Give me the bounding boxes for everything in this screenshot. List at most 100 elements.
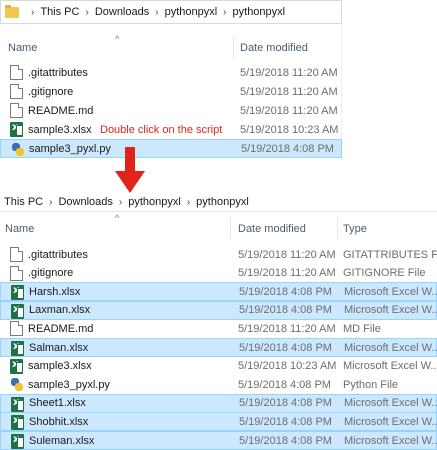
column-header-row: ^ Name Date modified Type xyxy=(0,213,437,239)
excel-icon xyxy=(10,122,23,137)
file-name: Shobhit.xlsx xyxy=(29,415,89,428)
excel-icon xyxy=(11,303,24,319)
file-date-modified: 5/19/2018 11:20 AM xyxy=(240,85,338,98)
file-row[interactable]: .gitignore 5/19/2018 11:20 AM xyxy=(0,82,342,101)
file-name: sample3.xlsx xyxy=(28,123,92,136)
breadcrumb-item[interactable]: This PC xyxy=(4,196,43,208)
file-date-modified: 5/19/2018 4:08 PM xyxy=(239,285,332,298)
file-type: Microsoft Excel W... xyxy=(344,341,437,354)
column-header-date[interactable]: Date modified xyxy=(238,223,306,235)
file-type: Microsoft Excel W... xyxy=(343,360,437,373)
file-date-modified: 5/19/2018 11:20 AM xyxy=(238,248,336,261)
column-divider[interactable] xyxy=(230,217,231,239)
folder-icon xyxy=(5,4,19,18)
file-row[interactable]: sample3.xlsx 5/19/2018 10:23 AM Microsoft … xyxy=(0,357,437,376)
chevron-right-icon: › xyxy=(31,6,35,18)
file-type: Microsoft Excel W... xyxy=(344,397,437,410)
breadcrumb: This PC › Downloads › pythonpyxl › pytho… xyxy=(4,196,249,208)
file-name: .gitattributes xyxy=(28,248,88,261)
file-row[interactable]: Sheet1.xlsx 5/19/2018 4:08 PM Microsoft Ex… xyxy=(0,393,437,413)
file-date-modified: 5/19/2018 10:23 AM xyxy=(238,360,337,373)
file-date-modified: 5/19/2018 11:20 AM xyxy=(240,66,338,79)
file-row[interactable]: .gitattributes 5/19/2018 11:20 AM xyxy=(0,63,342,82)
file-date-modified: 5/19/2018 11:20 AM xyxy=(240,104,338,117)
file-row[interactable]: Laxman.xlsx 5/19/2018 4:08 PM Microsoft Ex… xyxy=(0,300,437,320)
document-icon xyxy=(10,65,23,80)
chevron-right-icon: › xyxy=(49,196,53,208)
file-name: .gitattributes xyxy=(28,66,88,79)
document-icon xyxy=(10,265,23,281)
excel-icon xyxy=(10,358,23,374)
column-header-date[interactable]: Date modified xyxy=(240,42,308,54)
down-arrow-icon xyxy=(115,147,145,193)
file-name: Laxman.xlsx xyxy=(29,304,91,317)
file-type: Microsoft Excel W... xyxy=(344,434,437,447)
file-row[interactable]: .gitattributes 5/19/2018 11:20 AM GITATTRI… xyxy=(0,245,437,264)
column-header-row: ^ Name Date modified xyxy=(0,34,342,58)
file-row[interactable]: sample3_pyxl.py 5/19/2018 4:08 PM xyxy=(0,139,342,158)
file-row[interactable]: README.md 5/19/2018 11:20 AM xyxy=(0,101,342,120)
python-icon xyxy=(10,377,23,392)
file-name: sample3_pyxl.py xyxy=(28,378,110,391)
file-type: MD File xyxy=(343,322,381,335)
file-name: .gitignore xyxy=(28,85,74,98)
document-icon xyxy=(10,84,23,99)
address-bar[interactable]: › This PC › Downloads › pythonpyxl › pyt… xyxy=(0,0,342,24)
file-date-modified: 5/19/2018 11:20 AM xyxy=(238,322,336,335)
document-icon xyxy=(10,103,23,118)
sort-ascending-icon: ^ xyxy=(115,34,120,44)
excel-icon xyxy=(11,434,24,449)
breadcrumb-item[interactable]: This PC xyxy=(40,6,79,18)
breadcrumb-item[interactable]: pythonpyxl xyxy=(233,6,286,18)
breadcrumb-item[interactable]: Downloads xyxy=(58,196,112,208)
file-date-modified: 5/19/2018 4:08 PM xyxy=(239,397,332,410)
file-name: README.md xyxy=(28,104,94,117)
file-name: Salman.xlsx xyxy=(29,341,89,354)
breadcrumb: › This PC › Downloads › pythonpyxl › pyt… xyxy=(25,6,285,18)
column-divider[interactable] xyxy=(233,36,234,58)
file-row[interactable]: Salman.xlsx 5/19/2018 4:08 PM Microsoft Ex… xyxy=(0,338,437,357)
file-name: README.md xyxy=(28,322,94,335)
file-row[interactable]: Suleman.xlsx 5/19/2018 4:08 PM Microsoft E… xyxy=(0,431,437,450)
column-header-name[interactable]: Name xyxy=(8,42,37,54)
address-bar[interactable]: This PC › Downloads › pythonpyxl › pytho… xyxy=(0,193,437,212)
explorer-after-panel: This PC › Downloads › pythonpyxl › pytho… xyxy=(0,193,437,450)
breadcrumb-item[interactable]: pythonpyxl xyxy=(128,196,181,208)
document-icon xyxy=(10,321,23,337)
sort-ascending-icon: ^ xyxy=(115,213,120,223)
chevron-right-icon: › xyxy=(186,196,191,208)
file-type: GITIGNORE File xyxy=(343,267,426,280)
chevron-right-icon: › xyxy=(223,6,227,18)
column-header-name[interactable]: Name xyxy=(5,223,34,235)
column-divider[interactable] xyxy=(337,217,338,239)
file-row[interactable]: README.md 5/19/2018 11:20 AM MD File xyxy=(0,319,437,338)
excel-icon xyxy=(11,396,24,412)
annotation-text: Double click on the script xyxy=(100,124,223,136)
chevron-right-icon: › xyxy=(155,6,159,18)
file-name: Harsh.xlsx xyxy=(29,285,81,298)
file-date-modified: 5/19/2018 11:20 AM xyxy=(238,267,336,280)
breadcrumb-item[interactable]: pythonpyxl xyxy=(165,6,218,18)
file-type: Microsoft Excel W... xyxy=(344,304,437,317)
file-row[interactable]: Harsh.xlsx 5/19/2018 4:08 PM Microsoft Exc… xyxy=(0,282,437,302)
file-name: sample3_pyxl.py xyxy=(29,142,111,155)
document-icon xyxy=(10,247,23,262)
breadcrumb-item[interactable]: Downloads xyxy=(95,6,149,18)
excel-icon xyxy=(11,415,24,431)
file-row[interactable]: sample3_pyxl.py 5/19/2018 4:08 PM Python F… xyxy=(0,375,437,394)
file-date-modified: 5/19/2018 10:23 AM xyxy=(240,123,339,136)
chevron-right-icon: › xyxy=(85,6,89,18)
file-name: sample3.xlsx xyxy=(28,360,92,373)
file-row[interactable]: Shobhit.xlsx 5/19/2018 4:08 PM Microsoft E… xyxy=(0,412,437,432)
file-row[interactable]: .gitignore 5/19/2018 11:20 AM GITIGNORE Fi… xyxy=(0,264,437,283)
file-type: Microsoft Excel W... xyxy=(344,415,437,428)
file-date-modified: 5/19/2018 4:08 PM xyxy=(239,434,332,447)
column-header-type[interactable]: Type xyxy=(343,223,367,235)
excel-icon xyxy=(11,285,24,301)
file-date-modified: 5/19/2018 4:08 PM xyxy=(239,341,332,354)
file-date-modified: 5/19/2018 4:08 PM xyxy=(241,142,334,155)
file-type: Python File xyxy=(343,378,399,391)
file-date-modified: 5/19/2018 4:08 PM xyxy=(239,415,332,428)
file-name: Suleman.xlsx xyxy=(29,434,95,447)
breadcrumb-item[interactable]: pythonpyxl xyxy=(196,196,249,208)
